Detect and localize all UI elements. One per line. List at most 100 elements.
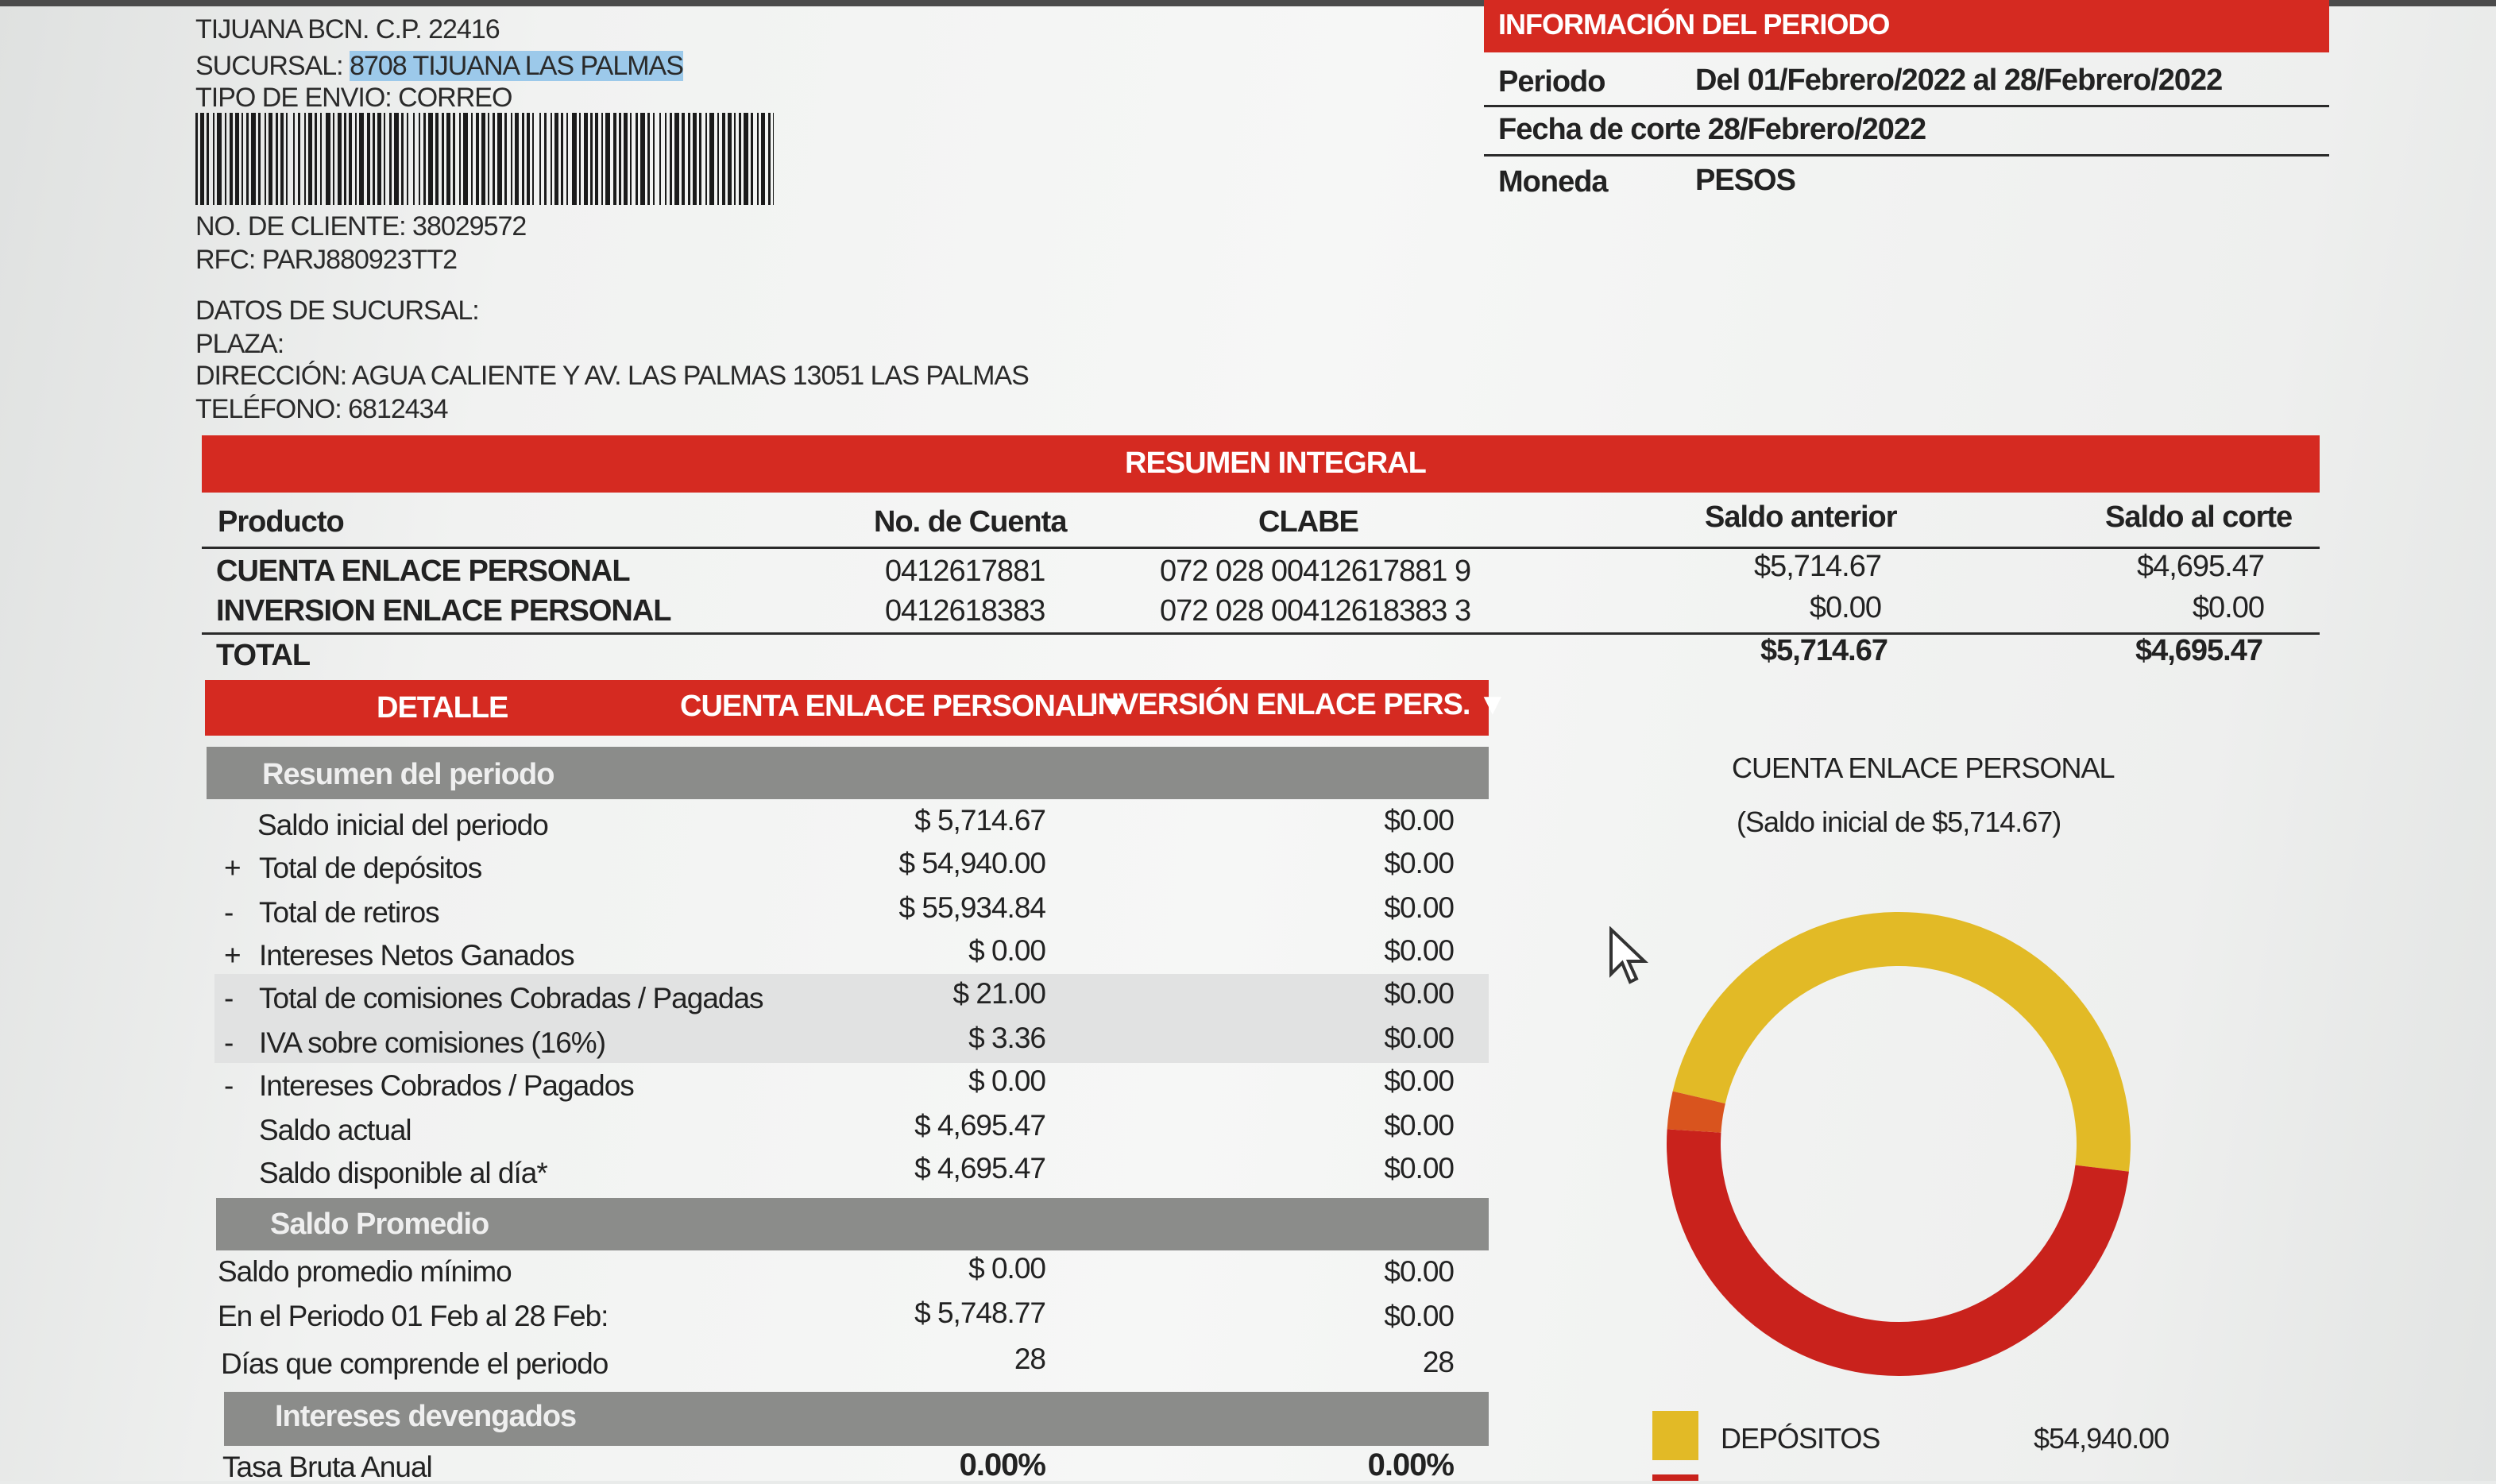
barcode-bar bbox=[293, 113, 295, 205]
barcode-bar bbox=[653, 113, 655, 205]
barcode-bar bbox=[734, 113, 736, 205]
total-anterior: $5,714.67 bbox=[1760, 634, 1888, 667]
barcode-bar bbox=[286, 113, 288, 205]
barcode-bar bbox=[744, 113, 748, 205]
detalle-row-v2: $0.00 bbox=[1384, 891, 1455, 924]
barcode-bar bbox=[401, 113, 404, 205]
detalle-row-v2: $0.00 bbox=[1384, 1152, 1455, 1184]
col-producto: Producto bbox=[218, 505, 345, 539]
total-label: TOTAL bbox=[216, 639, 311, 672]
section-saldo-promedio: Saldo Promedio bbox=[270, 1208, 489, 1241]
barcode-bar bbox=[688, 113, 690, 205]
detalle-col-inversion[interactable]: INVERSIÓN ENLACE PERS. ▼ bbox=[1090, 688, 1508, 722]
barcode-bar bbox=[367, 113, 370, 205]
saldo-anterior: $0.00 bbox=[1809, 591, 1882, 624]
promedio-v1: $ 0.00 bbox=[968, 1252, 1046, 1285]
detalle-row-label: IVA sobre comisiones (16%) bbox=[259, 1026, 606, 1059]
barcode-bar bbox=[722, 113, 725, 205]
barcode-bar bbox=[407, 113, 408, 205]
barcode-bar bbox=[225, 113, 226, 205]
detalle-row-v2: $0.00 bbox=[1384, 1065, 1455, 1097]
barcode-bar bbox=[453, 113, 455, 205]
barcode-bar bbox=[355, 113, 357, 205]
detalle-row-label: Intereses Netos Ganados bbox=[259, 939, 575, 972]
producto-cuenta: CUENTA ENLACE PERSONAL bbox=[216, 555, 631, 588]
barcode-bar bbox=[304, 113, 306, 205]
barcode-bar bbox=[308, 113, 312, 205]
legend-swatch-depositos bbox=[1652, 1411, 1698, 1460]
barcode-bar bbox=[207, 113, 209, 205]
barcode-bar bbox=[269, 113, 272, 205]
barcode-bar bbox=[349, 113, 352, 205]
detalle-row-v1: $ 0.00 bbox=[968, 934, 1046, 967]
barcode-bar bbox=[647, 113, 650, 205]
detalle-row-label: Total de retiros bbox=[259, 896, 440, 929]
clabe-value: 072 028 00412618383 3 bbox=[1160, 594, 1471, 628]
promedio-v2: $0.00 bbox=[1384, 1255, 1455, 1288]
promedio-v1: $ 5,748.77 bbox=[914, 1297, 1046, 1329]
dias-v1: 28 bbox=[1014, 1343, 1046, 1375]
barcode-bar bbox=[213, 113, 214, 205]
row-sign: - bbox=[224, 982, 234, 1014]
clabe-value: 072 028 00412617881 9 bbox=[1160, 555, 1471, 588]
divider bbox=[202, 632, 2320, 635]
detalle-col-cuenta[interactable]: CUENTA ENLACE PERSONAL ▼ bbox=[680, 690, 1130, 724]
cliente-line: NO. DE CLIENTE: 38029572 bbox=[195, 211, 527, 242]
cuenta-number: 0412617881 bbox=[885, 555, 1045, 588]
barcode-bar bbox=[493, 113, 495, 205]
detalle-header: DETALLE bbox=[377, 691, 508, 725]
barcode-bar bbox=[200, 113, 204, 205]
barcode-bar bbox=[584, 113, 588, 205]
barcode-bar bbox=[659, 113, 661, 205]
row-sign: - bbox=[224, 1026, 234, 1059]
divider bbox=[1484, 154, 2329, 157]
barcode-bar bbox=[435, 113, 439, 205]
barcode-bar bbox=[344, 113, 346, 205]
barcode-bar bbox=[665, 113, 667, 205]
donut-slice-0 bbox=[1672, 912, 2131, 1172]
barcode-bar bbox=[554, 113, 558, 205]
barcode-bar bbox=[709, 113, 714, 205]
section-intereses: Intereses devengados bbox=[275, 1400, 577, 1433]
chart-subtitle: (Saldo inicial de $5,714.67) bbox=[1737, 806, 2061, 838]
barcode-bar bbox=[636, 113, 638, 205]
barcode-bar bbox=[751, 113, 753, 205]
barcode-bar bbox=[230, 113, 233, 205]
barcode-bar bbox=[459, 113, 461, 205]
barcode-bar bbox=[217, 113, 222, 205]
barcode-bar bbox=[280, 113, 284, 205]
barcode-bar bbox=[298, 113, 300, 205]
barcode-bar bbox=[561, 113, 563, 205]
tasa-label: Tasa Bruta Anual bbox=[222, 1451, 433, 1483]
detalle-row-v2: $0.00 bbox=[1384, 1109, 1455, 1142]
detalle-row-label: Total de depósitos bbox=[259, 852, 482, 884]
sucursal-label: SUCURSAL: bbox=[195, 51, 350, 81]
barcode-image bbox=[195, 113, 774, 205]
barcode-bar bbox=[373, 113, 375, 205]
barcode-bar bbox=[377, 113, 381, 205]
barcode-bar bbox=[595, 113, 598, 205]
barcode-bar bbox=[670, 113, 672, 205]
barcode-bar bbox=[497, 113, 502, 205]
moneda-label: Moneda bbox=[1498, 165, 1609, 199]
dias-v2: 28 bbox=[1422, 1346, 1455, 1378]
barcode-bar bbox=[544, 113, 547, 205]
barcode-bar bbox=[504, 113, 507, 205]
barcode-bar bbox=[605, 113, 610, 205]
barcode-bar bbox=[551, 113, 552, 205]
barcode-bar bbox=[265, 113, 266, 205]
col-saldo-corte: Saldo al corte bbox=[2105, 500, 2293, 534]
tasa-v1: 0.00% bbox=[959, 1447, 1046, 1482]
dias-label: Días que comprende el periodo bbox=[221, 1347, 609, 1380]
barcode-bar bbox=[511, 113, 512, 205]
barcode-bar bbox=[384, 113, 385, 205]
barcode-bar bbox=[527, 113, 530, 205]
detalle-row-label: Saldo disponible al día* bbox=[259, 1157, 548, 1189]
total-corte: $4,695.47 bbox=[2135, 634, 2263, 667]
periodo-value: Del 01/Febrero/2022 al 28/Febrero/2022 bbox=[1695, 64, 2223, 97]
barcode-bar bbox=[572, 113, 577, 205]
barcode-bar bbox=[235, 113, 239, 205]
sucursal-line: SUCURSAL: 8708 TIJUANA LAS PALMAS bbox=[195, 51, 684, 82]
sucursal-value[interactable]: 8708 TIJUANA LAS PALMAS bbox=[350, 51, 684, 81]
divider bbox=[202, 547, 2320, 549]
